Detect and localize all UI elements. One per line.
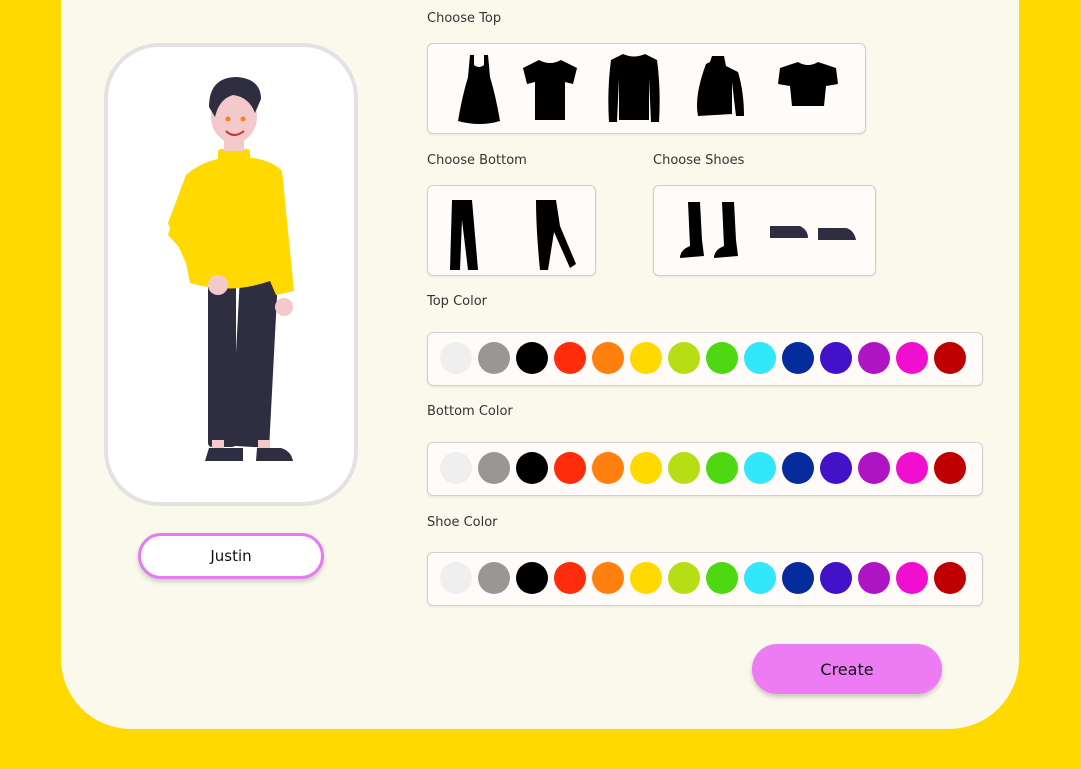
shoe-color-swatch[interactable]	[478, 562, 510, 594]
bottom-color-swatch[interactable]	[478, 452, 510, 484]
shoe-options-panel	[653, 185, 876, 276]
top-color-swatches	[440, 342, 966, 374]
name-input[interactable]	[138, 533, 324, 579]
bottom-color-swatch[interactable]	[630, 452, 662, 484]
bottom-color-panel	[427, 442, 983, 496]
bottom-color-swatch[interactable]	[934, 452, 966, 484]
shoe-color-swatch[interactable]	[592, 562, 624, 594]
shoe-color-swatch[interactable]	[440, 562, 472, 594]
bottom-color-swatch[interactable]	[820, 452, 852, 484]
top-color-swatch[interactable]	[592, 342, 624, 374]
top-color-swatch[interactable]	[554, 342, 586, 374]
shoe-color-swatch[interactable]	[934, 562, 966, 594]
shoe-color-swatch[interactable]	[516, 562, 548, 594]
shoe-color-swatch[interactable]	[744, 562, 776, 594]
dress-icon[interactable]	[458, 53, 500, 125]
top-color-panel	[427, 332, 983, 386]
shoe-color-swatch[interactable]	[782, 562, 814, 594]
top-color-swatch[interactable]	[478, 342, 510, 374]
create-button[interactable]: Create	[752, 644, 942, 694]
bottom-color-swatch[interactable]	[554, 452, 586, 484]
top-color-swatch[interactable]	[858, 342, 890, 374]
shoe-color-swatches	[440, 562, 966, 594]
top-options-panel	[427, 43, 866, 134]
shoe-color-label: Shoe Color	[427, 515, 498, 530]
top-color-label: Top Color	[427, 294, 488, 309]
top-color-swatch[interactable]	[782, 342, 814, 374]
shoe-color-panel	[427, 552, 983, 606]
choose-top-label: Choose Top	[427, 11, 502, 26]
shoe-color-swatch[interactable]	[706, 562, 738, 594]
tapered-pants-icon[interactable]	[532, 198, 578, 272]
top-color-swatch[interactable]	[820, 342, 852, 374]
avatar-figure	[168, 77, 294, 461]
top-color-swatch[interactable]	[706, 342, 738, 374]
top-color-swatch[interactable]	[744, 342, 776, 374]
choose-bottom-label: Choose Bottom	[427, 153, 527, 168]
long-sleeve-shirt-icon[interactable]	[607, 52, 661, 128]
bottom-options-panel	[427, 185, 596, 276]
bottom-color-swatch[interactable]	[706, 452, 738, 484]
bottom-color-label: Bottom Color	[427, 404, 513, 419]
tshirt-icon[interactable]	[523, 58, 577, 122]
turtleneck-icon[interactable]	[690, 54, 746, 118]
bottom-color-swatch[interactable]	[896, 452, 928, 484]
bottom-color-swatch[interactable]	[858, 452, 890, 484]
bottom-color-swatch[interactable]	[668, 452, 700, 484]
avatar-preview	[104, 43, 358, 506]
bottom-color-swatches	[440, 452, 966, 484]
shoe-color-swatch[interactable]	[858, 562, 890, 594]
choose-shoes-label: Choose Shoes	[653, 153, 745, 168]
shoe-color-swatch[interactable]	[554, 562, 586, 594]
straight-pants-icon[interactable]	[448, 198, 482, 272]
bottom-color-swatch[interactable]	[782, 452, 814, 484]
top-color-swatch[interactable]	[896, 342, 928, 374]
shoe-color-swatch[interactable]	[668, 562, 700, 594]
top-color-swatch[interactable]	[516, 342, 548, 374]
crop-top-icon[interactable]	[776, 60, 840, 108]
top-color-swatch[interactable]	[934, 342, 966, 374]
flat-shoes-icon[interactable]	[768, 224, 858, 242]
boots-icon[interactable]	[678, 200, 748, 262]
shoe-color-swatch[interactable]	[820, 562, 852, 594]
shoe-color-swatch[interactable]	[896, 562, 928, 594]
shoe-color-swatch[interactable]	[630, 562, 662, 594]
top-color-swatch[interactable]	[440, 342, 472, 374]
top-color-swatch[interactable]	[630, 342, 662, 374]
bottom-color-swatch[interactable]	[440, 452, 472, 484]
bottom-color-swatch[interactable]	[516, 452, 548, 484]
top-color-swatch[interactable]	[668, 342, 700, 374]
bottom-color-swatch[interactable]	[592, 452, 624, 484]
bottom-color-swatch[interactable]	[744, 452, 776, 484]
